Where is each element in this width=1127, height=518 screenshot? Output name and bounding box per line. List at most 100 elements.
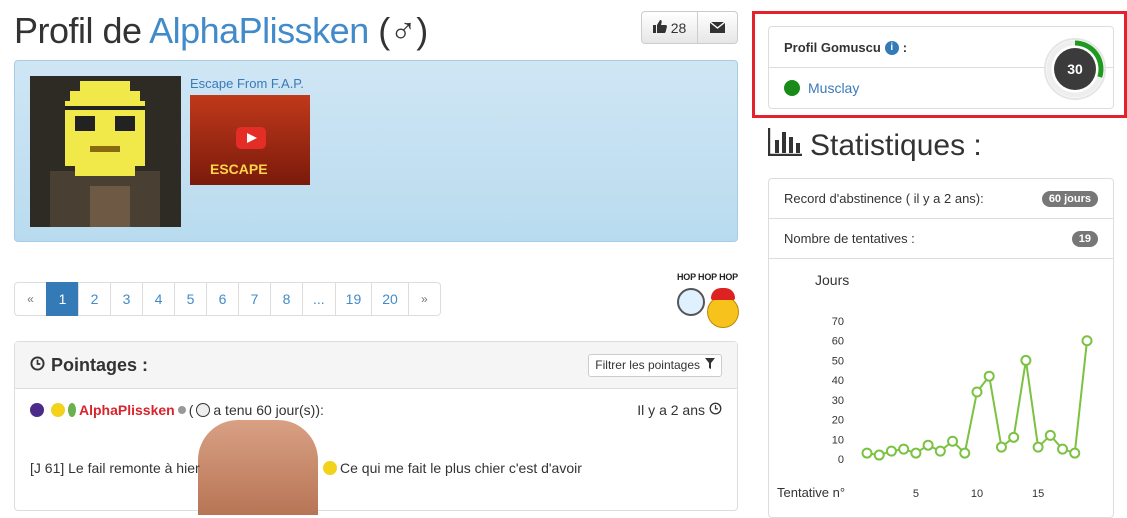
pointages-header: Pointages : Filtrer les pointages: [15, 342, 737, 389]
flame-icon: [68, 403, 76, 417]
hop-sticker: HOP HOP HOP: [677, 272, 739, 334]
page-prev[interactable]: «: [14, 282, 47, 316]
data-point: [995, 441, 1007, 453]
data-point: [1044, 429, 1056, 441]
message-button[interactable]: [698, 11, 738, 44]
page-5[interactable]: 5: [174, 282, 207, 316]
x-tick-label: 5: [913, 488, 919, 500]
play-icon[interactable]: [236, 127, 266, 149]
gomuscu-title: Profil Gomuscu i :: [784, 40, 907, 55]
stat-label: Record d'abstinence ( il y a 2 ans):: [784, 191, 984, 206]
data-point: [1057, 443, 1069, 455]
page-1[interactable]: 1: [46, 282, 79, 316]
santa-hat-icon: [711, 288, 735, 300]
rank-icon: [30, 403, 44, 417]
data-point: [1008, 431, 1020, 443]
gomuscu-link-text[interactable]: Musclay: [808, 80, 859, 96]
page-4[interactable]: 4: [142, 282, 175, 316]
chart-xlabel: Tentative n°: [777, 485, 845, 500]
profile-box: Escape From F.A.P. ESCAPE: [14, 60, 738, 242]
data-point: [873, 449, 885, 461]
data-point: [885, 445, 897, 457]
filter-label: Filtrer les pointages: [595, 358, 700, 372]
abstinence-chart: Jours Tentative n° 0 10 20 30 40 50 60 70 5 10 15: [777, 272, 1093, 500]
smiley-icon: [707, 296, 739, 328]
header-actions: 28: [641, 11, 738, 44]
page-20[interactable]: 20: [371, 282, 409, 316]
video-caption: ESCAPE: [210, 161, 268, 177]
page-2[interactable]: 2: [78, 282, 111, 316]
data-point: [934, 445, 946, 457]
page-8[interactable]: 8: [270, 282, 303, 316]
entry-date-text: Il y a 2 ans: [637, 402, 705, 418]
stat-badge: 19: [1071, 230, 1098, 247]
y-tick-label: 30: [832, 395, 844, 407]
page-title: Profil de AlphaPlissken (♂): [14, 10, 428, 52]
stats-title: Statistiques :: [767, 128, 982, 164]
data-point: [1081, 335, 1093, 347]
signature-video[interactable]: ESCAPE: [190, 95, 310, 185]
avatar: [30, 76, 181, 227]
stat-badge: 60 jours: [1041, 190, 1098, 207]
gomuscu-colon: :: [902, 40, 908, 55]
gauge-value: 30: [1067, 61, 1083, 77]
like-count: 28: [670, 19, 687, 36]
filter-icon: [705, 358, 715, 372]
signature: Escape From F.A.P. ESCAPE: [190, 76, 330, 186]
smiley-icon: [51, 403, 65, 417]
hop-text: HOP HOP HOP: [677, 272, 738, 282]
gender-symbol: (♂): [378, 10, 428, 51]
pointages-panel: Pointages : Filtrer les pointages AlphaP…: [14, 341, 738, 515]
page-19[interactable]: 19: [334, 282, 373, 316]
stat-row-attempts: Nombre de tentatives : 19: [769, 219, 1113, 259]
envelope-icon: [709, 20, 726, 36]
filter-button[interactable]: Filtrer les pointages: [588, 353, 722, 377]
info-icon[interactable]: i: [884, 40, 899, 55]
pagination: « 1 2 3 4 5 6 7 8 ... 19 20 »: [14, 282, 441, 316]
entry-username[interactable]: AlphaPlissken: [79, 402, 175, 418]
entry-message: [J 61] Le fail remonte à hier: [30, 460, 200, 476]
page-next[interactable]: »: [407, 282, 441, 316]
data-point: [983, 370, 995, 382]
page-6[interactable]: 6: [206, 282, 239, 316]
chart-ylabel: Jours: [815, 272, 849, 288]
clock-icon: [709, 402, 722, 418]
like-button[interactable]: 28: [641, 11, 698, 44]
entry-message-2: Ce qui me fait le plus chier c'est d'avo…: [323, 460, 582, 476]
grin-icon: [196, 403, 211, 417]
y-tick-label: 60: [832, 336, 844, 348]
stat-row-record: Record d'abstinence ( il y a 2 ans): 60 …: [769, 179, 1113, 219]
pointages-title: Pointages :: [30, 355, 148, 376]
data-point: [861, 447, 873, 459]
page-3[interactable]: 3: [110, 282, 143, 316]
data-point: [971, 386, 983, 398]
y-tick-label: 40: [832, 375, 844, 387]
signature-title[interactable]: Escape From F.A.P.: [190, 76, 330, 91]
y-tick-label: 10: [832, 434, 844, 446]
status-dot-icon: [177, 406, 186, 414]
entry-message-2-text: Ce qui me fait le plus chier c'est d'avo…: [340, 460, 582, 476]
entry-paren: (: [188, 402, 194, 418]
level-gauge: 30: [1043, 37, 1107, 101]
data-point: [1032, 441, 1044, 453]
entry-header: AlphaPlissken ( a tenu 60 jour(s)): Il y…: [30, 402, 722, 418]
smiley-icon: [323, 461, 337, 475]
x-tick-label: 10: [971, 488, 983, 500]
thumbs-up-icon: [652, 19, 667, 36]
stats-title-text: Statistiques :: [810, 129, 982, 162]
data-point: [959, 447, 971, 459]
data-point: [910, 447, 922, 459]
gomuscu-card: Profil Gomuscu i : Musclay 30: [768, 26, 1114, 109]
data-point: [922, 439, 934, 451]
title-username[interactable]: AlphaPlissken: [149, 10, 369, 51]
clock-icon: [30, 355, 45, 376]
title-prefix: Profil de: [14, 10, 150, 51]
page-7[interactable]: 7: [238, 282, 271, 316]
gomuscu-link[interactable]: Musclay: [784, 80, 859, 96]
y-tick-label: 70: [832, 316, 844, 328]
status-dot-icon: [784, 80, 800, 96]
clock-icon: [677, 288, 705, 316]
stats-panel: Record d'abstinence ( il y a 2 ans): 60 …: [768, 178, 1114, 518]
y-tick-label: 50: [832, 355, 844, 367]
data-point: [1020, 354, 1032, 366]
